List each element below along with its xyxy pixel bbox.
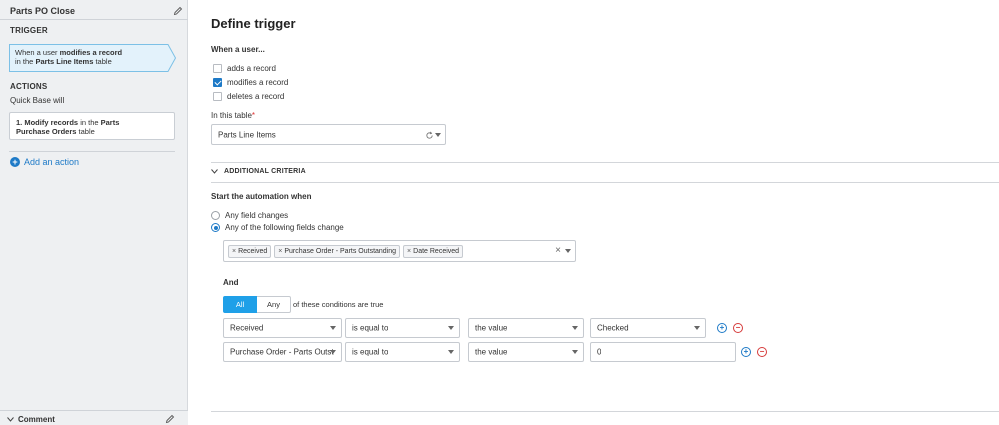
match-note: of these conditions are true xyxy=(293,300,384,309)
match-all-button[interactable]: All xyxy=(223,296,257,313)
section-divider xyxy=(211,411,999,412)
event-modifies-record[interactable]: modifies a record xyxy=(213,78,288,87)
condition-2-operator-select[interactable]: is equal to xyxy=(345,342,460,362)
sidebar-divider xyxy=(0,19,188,20)
start-automation-label: Start the automation when xyxy=(211,192,312,201)
page-title: Define trigger xyxy=(211,16,296,31)
remove-chip-icon[interactable]: × xyxy=(278,248,282,255)
condition-1-operator-select[interactable]: is equal to xyxy=(345,318,460,338)
condition-1-field-select[interactable]: Received xyxy=(223,318,342,338)
radio-button-selected[interactable] xyxy=(211,223,220,232)
trigger-heading: TRIGGER xyxy=(10,26,48,35)
sidebar-divider xyxy=(9,151,175,152)
automation-editor: Parts PO Close TRIGGER When a user modif… xyxy=(0,0,999,425)
event-adds-record[interactable]: adds a record xyxy=(213,64,276,73)
fields-multiselect[interactable]: × Received × Purchase Order - Parts Outsta… xyxy=(223,240,576,262)
plus-circle-icon: + xyxy=(10,157,20,167)
edit-title-pencil-icon[interactable] xyxy=(173,6,183,16)
chevron-down-icon xyxy=(694,326,700,330)
table-select[interactable]: Parts Line Items xyxy=(211,124,446,145)
action-card-1[interactable]: 1. Modify records in the Parts Purchase … xyxy=(9,112,175,140)
condition-2-field-select[interactable]: Purchase Order - Parts Outsta xyxy=(223,342,342,362)
condition-1-value-select[interactable]: Checked xyxy=(590,318,706,338)
chip-list: × Received × Purchase Order - Parts Outsta… xyxy=(228,245,464,258)
section-divider xyxy=(211,182,999,183)
checkbox[interactable] xyxy=(213,64,222,73)
in-table-label: In this table* xyxy=(211,111,256,120)
main-panel: Define trigger When a user... adds a rec… xyxy=(189,0,999,425)
and-label: And xyxy=(223,278,239,287)
match-any-button[interactable]: Any xyxy=(257,296,291,313)
add-condition-plus-icon[interactable]: + xyxy=(741,347,751,357)
chevron-down-icon xyxy=(211,169,218,174)
condition-2-value-input[interactable]: 0 xyxy=(590,342,736,362)
condition-1-compare-select[interactable]: the value xyxy=(468,318,584,338)
section-divider xyxy=(211,162,999,163)
condition-2-compare-select[interactable]: the value xyxy=(468,342,584,362)
chevron-down-icon[interactable] xyxy=(7,417,14,422)
remove-condition-minus-icon[interactable]: − xyxy=(757,347,767,357)
field-chip[interactable]: × Received xyxy=(228,245,272,258)
add-condition-plus-icon[interactable]: + xyxy=(717,323,727,333)
radio-any-field-changes[interactable]: Any field changes xyxy=(211,211,288,220)
chevron-down-icon xyxy=(435,132,441,137)
chevron-down-icon xyxy=(572,350,578,354)
clear-all-icon[interactable]: × xyxy=(555,245,561,256)
action-summary: 1. Modify records in the Parts Purchase … xyxy=(16,118,120,136)
actions-heading: ACTIONS xyxy=(10,82,48,91)
chevron-down-icon xyxy=(572,326,578,330)
chevron-down-icon xyxy=(330,326,336,330)
chevron-down-icon xyxy=(448,326,454,330)
checkbox[interactable] xyxy=(213,92,222,101)
event-deletes-record[interactable]: deletes a record xyxy=(213,92,284,101)
remove-chip-icon[interactable]: × xyxy=(407,248,411,255)
quickbase-will-label: Quick Base will xyxy=(10,96,65,105)
radio-following-fields-change[interactable]: Any of the following fields change xyxy=(211,223,344,232)
chevron-down-icon xyxy=(330,350,336,354)
trigger-card[interactable]: When a user modifies a record in the Par… xyxy=(9,44,177,72)
refresh-icon[interactable] xyxy=(425,131,434,140)
sidebar: Parts PO Close TRIGGER When a user modif… xyxy=(0,0,188,425)
checkbox-checked[interactable] xyxy=(213,78,222,87)
radio-button[interactable] xyxy=(211,211,220,220)
flow-title: Parts PO Close xyxy=(10,6,76,16)
edit-comment-pencil-icon[interactable] xyxy=(165,414,175,424)
add-action-button[interactable]: + Add an action xyxy=(10,157,79,167)
comment-bar[interactable]: Comment xyxy=(0,410,188,425)
remove-chip-icon[interactable]: × xyxy=(232,248,236,255)
remove-condition-minus-icon[interactable]: − xyxy=(733,323,743,333)
trigger-summary: When a user modifies a record in the Par… xyxy=(15,48,123,66)
chevron-down-icon xyxy=(565,249,571,253)
field-chip[interactable]: × Date Received xyxy=(403,245,464,258)
additional-criteria-toggle[interactable]: ADDITIONAL CRITERIA xyxy=(211,168,306,175)
match-toggle: All Any xyxy=(223,296,291,313)
field-chip[interactable]: × Purchase Order - Parts Outstanding xyxy=(274,245,401,258)
when-user-label: When a user... xyxy=(211,45,265,54)
chevron-down-icon xyxy=(448,350,454,354)
add-action-label: Add an action xyxy=(24,157,80,167)
comment-label: Comment xyxy=(18,415,55,424)
